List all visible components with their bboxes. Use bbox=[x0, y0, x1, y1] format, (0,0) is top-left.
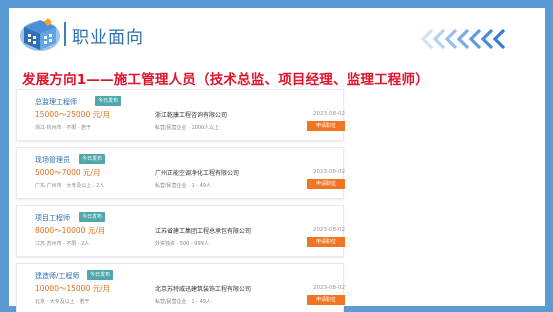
slide: 职业面向 发展方向1——施工管理人员（技术总监、项目经理、监理工程师） 总监理工… bbox=[0, 0, 553, 312]
apply-button[interactable]: 申请职位 bbox=[307, 237, 345, 247]
frame-right-border bbox=[545, 0, 553, 312]
frame-left-border bbox=[0, 0, 9, 312]
job-company-info: 私营/民营企业 · 1 - 49人 bbox=[155, 183, 211, 189]
page-title: 职业面向 bbox=[72, 28, 144, 48]
job-card[interactable]: 现场管理员 今日发布 5000～7000 元/月 广东·广州市 · 大专及以上 … bbox=[16, 147, 345, 199]
job-title[interactable]: 项目工程师 bbox=[35, 213, 70, 223]
job-tag: 今日发布 bbox=[87, 270, 114, 280]
chevrons-left-icon bbox=[420, 28, 506, 50]
job-company[interactable]: 广州正能空调净化工程有限公司 bbox=[155, 168, 239, 177]
apply-button[interactable]: 申请职位 bbox=[307, 295, 345, 305]
job-card[interactable]: 建造师/工程师 今日发布 10000～15000 元/月 北京 · 大专及以上 … bbox=[16, 263, 345, 312]
title-separator bbox=[64, 22, 66, 46]
apply-button[interactable]: 申请职位 bbox=[307, 179, 345, 189]
job-date: 2023-08-02 bbox=[313, 111, 345, 117]
job-title[interactable]: 现场管理员 bbox=[35, 155, 70, 165]
job-meta: 江苏·苏州市 · 不限 · 2人 bbox=[35, 241, 90, 247]
job-meta: 广东·广州市 · 大专及以上 · 2人 bbox=[35, 183, 105, 189]
job-date: 2023-08-02 bbox=[313, 227, 345, 233]
job-meta: 北京 · 大专及以上 · 若干 bbox=[35, 299, 90, 305]
job-company-info: 私营/民营企业 · 1 - 49人 bbox=[155, 299, 211, 305]
job-tag: 今日发布 bbox=[79, 154, 106, 164]
job-tag: 今日发布 bbox=[79, 212, 106, 222]
job-date: 2023-08-02 bbox=[313, 285, 345, 291]
job-company-info: 私营/民营企业 · 1000人以上 bbox=[155, 125, 220, 131]
job-date: 2023-08-02 bbox=[313, 169, 345, 175]
job-card[interactable]: 总监理工程师 今日发布 15000～25000 元/月 浙江·杭州市 · 不限 … bbox=[16, 89, 345, 141]
job-list: 总监理工程师 今日发布 15000～25000 元/月 浙江·杭州市 · 不限 … bbox=[16, 89, 345, 312]
job-company-info: 外资独资 · 500 - 999人 bbox=[155, 241, 209, 247]
job-salary: 15000～25000 元/月 bbox=[35, 110, 111, 119]
apply-button[interactable]: 申请职位 bbox=[307, 121, 345, 131]
headline: 发展方向1——施工管理人员（技术总监、项目经理、监理工程师） bbox=[22, 72, 429, 88]
building-cube-icon bbox=[20, 18, 60, 51]
job-company[interactable]: 浙江乾康工程咨询有限公司 bbox=[155, 110, 227, 119]
job-card[interactable]: 项目工程师 今日发布 8000～10000 元/月 江苏·苏州市 · 不限 · … bbox=[16, 205, 345, 257]
job-title[interactable]: 总监理工程师 bbox=[35, 97, 77, 107]
job-company[interactable]: 江苏省建工集团工程总承包有限公司 bbox=[155, 226, 251, 235]
job-salary: 5000～7000 元/月 bbox=[35, 168, 101, 177]
job-salary: 8000～10000 元/月 bbox=[35, 226, 106, 235]
job-tag: 今日发布 bbox=[95, 96, 122, 106]
frame-top-border bbox=[0, 0, 553, 8]
job-meta: 浙江·杭州市 · 不限 · 若干 bbox=[35, 125, 92, 131]
job-company[interactable]: 北京苏特威迅建筑装饰工程有限公司 bbox=[155, 284, 251, 293]
job-title[interactable]: 建造师/工程师 bbox=[35, 271, 79, 281]
job-salary: 10000～15000 元/月 bbox=[35, 284, 111, 293]
